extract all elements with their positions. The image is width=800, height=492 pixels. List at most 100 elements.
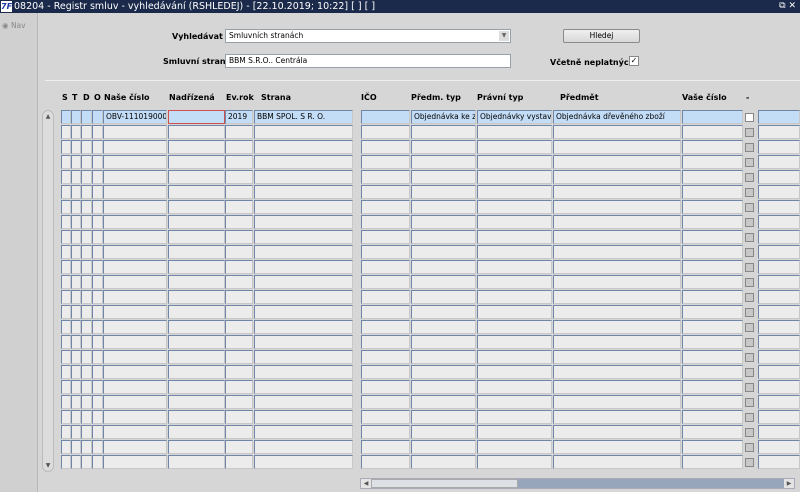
cell-predm-typ[interactable] (411, 335, 476, 349)
cell-strana[interactable] (254, 395, 353, 409)
search-in-select[interactable]: Smluvních stranách ▼ (225, 29, 511, 43)
cell-vase-cislo[interactable] (682, 350, 743, 364)
cell-nadrizena[interactable] (168, 290, 225, 304)
cell-pravni-typ[interactable] (477, 260, 552, 274)
cell-ico[interactable] (361, 395, 410, 409)
column-header[interactable]: Předm. typ (411, 93, 461, 102)
cell-nase-cislo[interactable] (103, 455, 167, 469)
cell-nadrizena[interactable] (168, 410, 225, 424)
cell-last[interactable] (758, 305, 800, 319)
cell-strana[interactable] (254, 350, 353, 364)
row-checkbox[interactable] (745, 353, 754, 362)
row-checkbox[interactable] (745, 128, 754, 137)
column-header[interactable]: O (94, 93, 101, 102)
cell-pravni-typ[interactable] (477, 320, 552, 334)
cell-predmet[interactable] (553, 185, 681, 199)
cell-pravni-typ[interactable] (477, 275, 552, 289)
cell-t[interactable] (71, 455, 81, 469)
cell-nadrizena[interactable] (168, 320, 225, 334)
cell-nadrizena[interactable] (168, 155, 225, 169)
cell-s[interactable] (61, 335, 71, 349)
cell-t[interactable] (71, 440, 81, 454)
cell-strana[interactable] (254, 305, 353, 319)
cell-t[interactable] (71, 140, 81, 154)
cell-nase-cislo[interactable] (103, 230, 167, 244)
cell-predm-typ[interactable] (411, 170, 476, 184)
cell-last[interactable] (758, 350, 800, 364)
cell-d[interactable] (81, 440, 92, 454)
cell-last[interactable] (758, 260, 800, 274)
scroll-down-icon[interactable]: ▼ (43, 461, 53, 470)
cell-nase-cislo[interactable] (103, 395, 167, 409)
cell-predm-typ[interactable] (411, 275, 476, 289)
cell-nadrizena[interactable] (168, 350, 225, 364)
cell-o[interactable] (92, 320, 103, 334)
cell-predmet[interactable] (553, 350, 681, 364)
cell-last[interactable] (758, 125, 800, 139)
cell-ico[interactable] (361, 260, 410, 274)
scroll-left-icon[interactable]: ◀ (361, 479, 371, 488)
cell-pravni-typ[interactable]: Objednávky vystave (477, 110, 552, 124)
cell-ev-rok[interactable] (225, 365, 253, 379)
cell-strana[interactable] (254, 140, 353, 154)
cell-ico[interactable] (361, 140, 410, 154)
cell-predm-typ[interactable] (411, 320, 476, 334)
cell-predm-typ[interactable] (411, 140, 476, 154)
row-checkbox[interactable] (745, 203, 754, 212)
row-checkbox[interactable] (745, 293, 754, 302)
cell-ico[interactable] (361, 125, 410, 139)
restore-icon[interactable]: ⧉ (779, 1, 785, 11)
cell-predm-typ[interactable] (411, 410, 476, 424)
cell-nase-cislo[interactable] (103, 245, 167, 259)
cell-strana[interactable] (254, 260, 353, 274)
row-checkbox[interactable] (745, 263, 754, 272)
cell-strana[interactable] (254, 335, 353, 349)
row-checkbox[interactable] (745, 143, 754, 152)
cell-d[interactable] (81, 425, 92, 439)
cell-pravni-typ[interactable] (477, 185, 552, 199)
row-checkbox[interactable] (745, 218, 754, 227)
cell-predm-typ[interactable] (411, 155, 476, 169)
cell-ico[interactable] (361, 305, 410, 319)
cell-s[interactable] (61, 200, 71, 214)
cell-t[interactable] (71, 395, 81, 409)
search-button[interactable]: Hledej (563, 29, 640, 43)
cell-nase-cislo[interactable] (103, 170, 167, 184)
row-checkbox[interactable] (745, 188, 754, 197)
cell-nase-cislo[interactable] (103, 365, 167, 379)
cell-nase-cislo[interactable] (103, 350, 167, 364)
cell-t[interactable] (71, 170, 81, 184)
cell-o[interactable] (92, 170, 103, 184)
cell-predmet[interactable] (553, 290, 681, 304)
cell-o[interactable] (92, 350, 103, 364)
cell-strana[interactable] (254, 215, 353, 229)
cell-t[interactable] (71, 410, 81, 424)
column-header[interactable]: IČO (361, 93, 377, 102)
cell-last[interactable] (758, 155, 800, 169)
cell-s[interactable] (61, 215, 71, 229)
cell-strana[interactable] (254, 425, 353, 439)
cell-s[interactable] (61, 395, 71, 409)
cell-o[interactable] (92, 305, 103, 319)
cell-nadrizena[interactable] (168, 275, 225, 289)
cell-pravni-typ[interactable] (477, 170, 552, 184)
cell-vase-cislo[interactable] (682, 380, 743, 394)
cell-predm-typ[interactable] (411, 125, 476, 139)
cell-nadrizena[interactable] (168, 425, 225, 439)
cell-ico[interactable] (361, 320, 410, 334)
cell-ev-rok[interactable] (225, 395, 253, 409)
cell-last[interactable] (758, 170, 800, 184)
cell-predm-typ[interactable] (411, 365, 476, 379)
cell-vase-cislo[interactable] (682, 425, 743, 439)
cell-pravni-typ[interactable] (477, 380, 552, 394)
cell-t[interactable] (71, 425, 81, 439)
cell-o[interactable] (92, 230, 103, 244)
cell-vase-cislo[interactable] (682, 215, 743, 229)
cell-last[interactable] (758, 140, 800, 154)
cell-vase-cislo[interactable] (682, 155, 743, 169)
cell-vase-cislo[interactable] (682, 275, 743, 289)
cell-pravni-typ[interactable] (477, 200, 552, 214)
cell-o[interactable] (92, 140, 103, 154)
cell-pravni-typ[interactable] (477, 410, 552, 424)
cell-predmet[interactable] (553, 170, 681, 184)
